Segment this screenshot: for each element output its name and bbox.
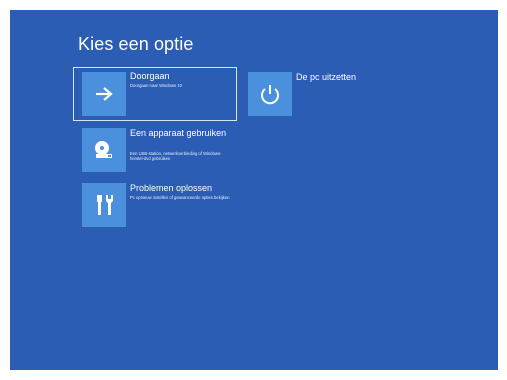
troubleshoot-description: Pc opnieuw instellen of geavanceerde opt…: [130, 195, 230, 200]
troubleshoot-label: Problemen oplossen: [130, 183, 213, 193]
use-device-label: Een apparaat gebruiken: [130, 128, 227, 138]
page-title: Kies een optie: [78, 34, 194, 54]
shutdown-tile[interactable]: [248, 72, 292, 116]
recovery-screen: Kies een optie Doorgaan Doorgaan naar Wi…: [10, 10, 498, 370]
arrow-right-icon: [94, 86, 114, 102]
continue-description: Doorgaan naar Windows 10: [130, 83, 182, 88]
troubleshoot-tile[interactable]: [82, 183, 126, 227]
continue-option[interactable]: Doorgaan Doorgaan naar Windows 10: [73, 67, 237, 121]
power-icon: [259, 83, 281, 105]
use-device-tile[interactable]: [82, 128, 126, 172]
shutdown-label: De pc uitzetten: [296, 72, 357, 82]
continue-label: Doorgaan: [130, 71, 170, 81]
continue-tile[interactable]: [82, 72, 126, 116]
disc-drive-icon: [92, 139, 116, 161]
use-device-description: Een USB-station, netwerkverbinding of Wi…: [130, 151, 222, 162]
troubleshoot-option[interactable]: Problemen oplossen Pc opnieuw instellen …: [82, 183, 238, 229]
tools-icon: [93, 193, 115, 217]
use-device-option[interactable]: Een apparaat gebruiken Een USB-station, …: [82, 128, 238, 174]
shutdown-option[interactable]: De pc uitzetten: [248, 72, 408, 116]
